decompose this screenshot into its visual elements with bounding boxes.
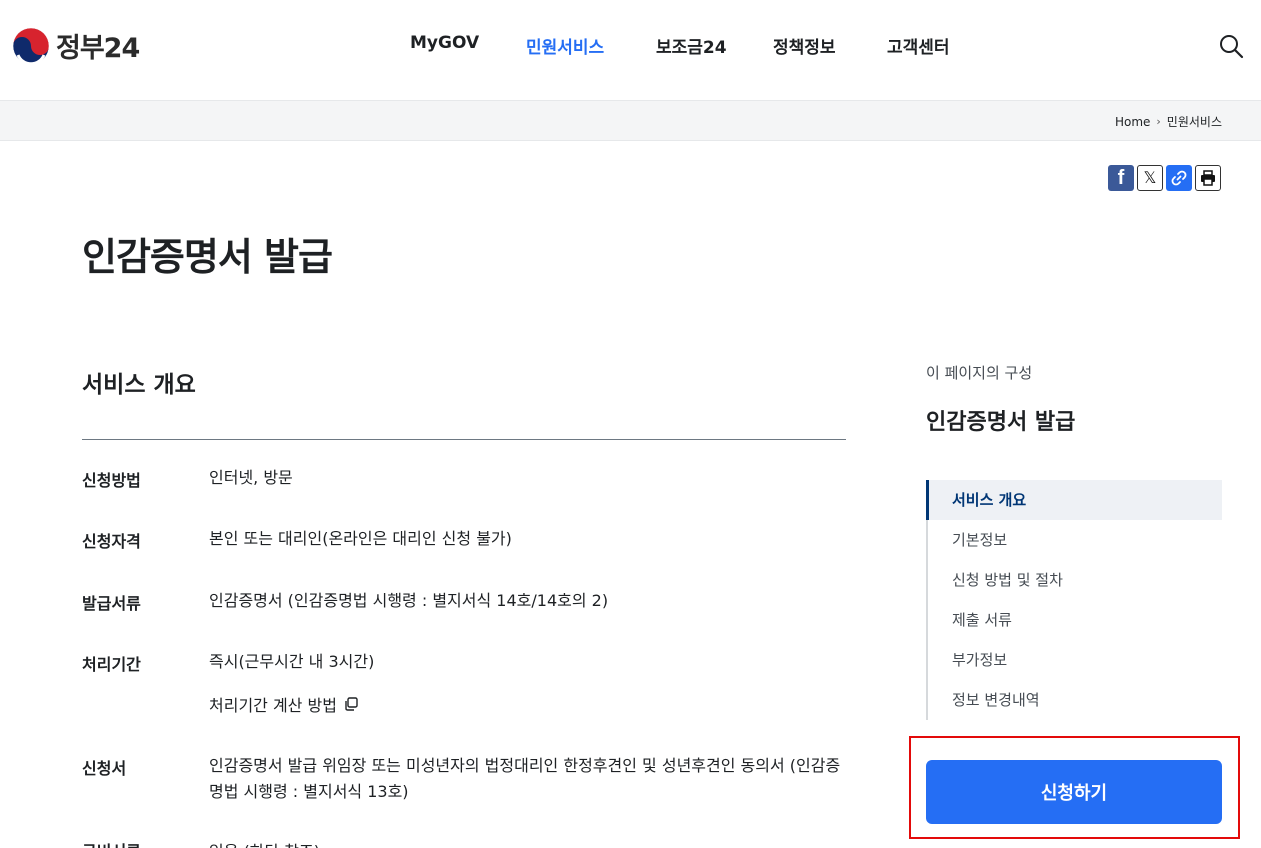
breadcrumb-current[interactable]: 민원서비스 [1167, 113, 1222, 130]
link-copy-icon[interactable] [1166, 165, 1192, 191]
breadcrumb-bar: Home › 민원서비스 [0, 100, 1261, 141]
row-label-required-docs: 구비서류 [82, 838, 141, 848]
toc-list: 서비스 개요 기본정보 신청 방법 및 절차 제출 서류 부가정보 정보 변경내… [926, 480, 1222, 720]
toc-item-change-history[interactable]: 정보 변경내역 [928, 680, 1222, 720]
breadcrumb: Home › 민원서비스 [1115, 113, 1222, 130]
toc-item-additional-info[interactable]: 부가정보 [928, 640, 1222, 680]
row-value-eligibility: 본인 또는 대리인(온라인은 대리인 신청 불가) [209, 529, 512, 548]
section-divider [82, 439, 846, 440]
toc-item-basic-info[interactable]: 기본정보 [928, 520, 1222, 560]
section-title-overview: 서비스 개요 [82, 372, 196, 398]
nav-item-mygov[interactable]: MyGOV [410, 33, 479, 53]
main-nav: MyGOV 민원서비스 보조금24 정책정보 고객센터 [0, 33, 1261, 58]
row-label-application-form: 신청서 [82, 759, 127, 778]
page-title: 인감증명서 발급 [82, 235, 333, 279]
row-value-documents-issued: 인감증명서 (인감증명법 시행령 : 별지서식 14호/14호의 2) [209, 591, 609, 610]
x-share-icon[interactable]: 𝕏 [1137, 165, 1163, 191]
share-toolbar: f 𝕏 [1108, 165, 1221, 191]
toc-item-procedure[interactable]: 신청 방법 및 절차 [928, 560, 1222, 600]
nav-item-policy-info[interactable]: 정책정보 [773, 33, 836, 58]
row-label-eligibility: 신청자격 [82, 532, 141, 551]
printer-icon [1201, 170, 1215, 186]
nav-item-subsidy24[interactable]: 보조금24 [656, 33, 727, 58]
link-icon [1171, 170, 1187, 186]
breadcrumb-home[interactable]: Home [1115, 115, 1150, 129]
nav-item-customer-center[interactable]: 고객센터 [887, 33, 950, 58]
toc-item-overview[interactable]: 서비스 개요 [926, 480, 1222, 520]
toc-caption: 이 페이지의 구성 [926, 364, 1033, 382]
print-icon[interactable] [1195, 165, 1221, 191]
row-label-processing-time: 처리기간 [82, 655, 141, 674]
search-icon[interactable] [1218, 33, 1244, 59]
nav-item-civil-service[interactable]: 민원서비스 [526, 33, 604, 58]
row-value-required-docs: 있음 (하단 참조) [209, 838, 320, 848]
chevron-right-icon: › [1156, 115, 1161, 128]
calc-link-label: 처리기간 계산 방법 [209, 696, 337, 715]
row-value-processing-time: 즉시(근무시간 내 3시간) [209, 652, 375, 671]
facebook-share-icon[interactable]: f [1108, 165, 1134, 191]
row-label-documents-issued: 발급서류 [82, 594, 141, 613]
row-label-method: 신청방법 [82, 471, 141, 490]
external-window-icon [345, 697, 358, 711]
processing-time-calc-link[interactable]: 처리기간 계산 방법 [209, 692, 359, 716]
toc-title: 인감증명서 발급 [926, 410, 1076, 435]
apply-button[interactable]: 신청하기 [926, 760, 1222, 824]
site-header: 정부24 MyGOV 민원서비스 보조금24 정책정보 고객센터 [0, 0, 1261, 100]
row-value-method: 인터넷, 방문 [209, 468, 293, 487]
row-value-application-form: 인감증명서 발급 위임장 또는 미성년자의 법정대리인 한정후견인 및 성년후견… [209, 756, 841, 801]
toc-item-submit-docs[interactable]: 제출 서류 [928, 600, 1222, 640]
